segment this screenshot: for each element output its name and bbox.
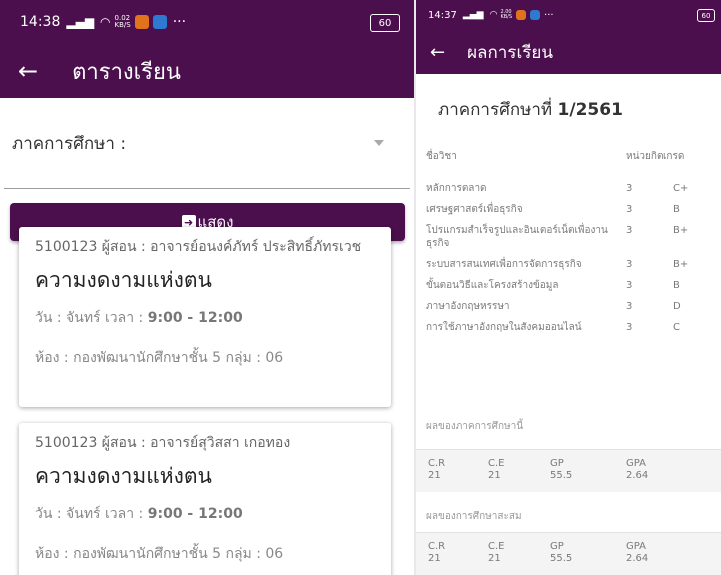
schedule-screen: 14:38 ▂▄▆ ◠ 0.02 KB/S ··· 60 ← ตารางเรีย… [0, 0, 414, 575]
dropdown-caret-icon [374, 140, 384, 146]
class-card[interactable]: 5100123 ผู้สอน : อาจารย์อนงค์ภัทร์ ประสิ… [19, 227, 391, 407]
grade-row: โปรแกรมสำเร็จรูปและอินเตอร์เน็ตเพื่องานธ… [426, 225, 689, 249]
app-notification-icon [134, 15, 149, 29]
wifi-icon: ◠ [100, 15, 111, 29]
status-time: 14:38 [20, 14, 61, 30]
app-notification-icon [530, 10, 541, 20]
class-time: วัน : จันทร์ เวลา : 9:00 - 12:00 [35, 506, 243, 522]
col-subject-header: ชื่อวิชา [426, 151, 457, 162]
class-time: วัน : จันทร์ เวลา : 9:00 - 12:00 [35, 310, 243, 326]
grade-row: การใช้ภาษาอังกฤษในสังคมออนไลน์ 3 C [426, 322, 680, 333]
class-card[interactable]: 5100123 ผู้สอน : อาจารย์สุวิสสา เกอทอง ค… [19, 423, 391, 575]
app-bar: ← ผลการเรียน [416, 30, 721, 74]
class-room: ห้อง : กองพัฒนานักศึกษาชั้น 5 กลุ่ม : 06 [35, 350, 284, 366]
term-result-row: C.R 21 C.E 21 GP 55.5 GPA 2.64 [416, 449, 721, 492]
class-subject: ความงดงามแห่งตน [35, 268, 212, 292]
grades-header-row: ชื่อวิชา หน่วยกิต เกรด [426, 150, 716, 164]
semester-title: ภาคการศึกษาที่ 1/2561 [438, 100, 623, 120]
grades-table: ชื่อวิชา หน่วยกิต เกรด หลักการตลาด 3 C+ เศ… [426, 150, 716, 338]
col-grade-header: เกรด [663, 151, 685, 162]
app-notification-icon [152, 15, 167, 29]
signal-icon: ▂▄▆ [462, 10, 484, 20]
cumulative-row: C.R 21 C.E 21 GP 55.5 GPA 2.64 [416, 532, 721, 575]
term-select-label: ภาคการศึกษา : [12, 133, 127, 154]
status-time: 14:37 [428, 9, 457, 21]
net-unit: KB/S [114, 21, 131, 29]
page-title: ตารางเรียน [72, 59, 181, 85]
signal-icon: ▂▄▆ [66, 15, 95, 29]
battery-icon: 60 [697, 9, 715, 22]
grade-row: หลักการตลาด 3 C+ [426, 183, 689, 194]
class-room: ห้อง : กองพัฒนานักศึกษาชั้น 5 กลุ่ม : 06 [35, 546, 284, 562]
grade-row: ภาษาอังกฤษหรรษา 3 D [426, 301, 681, 312]
term-result-label: ผลของภาคการศึกษานี้ [426, 421, 524, 432]
class-subject: ความงดงามแห่งตน [35, 464, 212, 488]
grade-row: ระบบสารสนเทศเพื่อการจัดการธุรกิจ 3 B+ [426, 259, 689, 270]
term-select[interactable]: ภาคการศึกษา : [4, 98, 410, 189]
net-unit: KB/S [500, 14, 513, 20]
grades-screen: 14:37 ▂▄▆ ◠ 2.00 KB/S ··· 60 ← ผลการเรีย… [416, 0, 721, 575]
app-notification-icon [516, 10, 527, 20]
class-teacher: 5100123 ผู้สอน : อาจารย์สุวิสสา เกอทอง [35, 435, 291, 451]
grade-row: เศรษฐศาสตร์เพื่อธุรกิจ 3 B [426, 204, 680, 215]
page-title: ผลการเรียน [467, 42, 553, 63]
status-more: ··· [172, 14, 187, 30]
col-credit-header: หน่วยกิต [626, 151, 664, 162]
cumulative-label: ผลของการศึกษาสะสม [426, 511, 522, 522]
grade-row: ขั้นตอนวิธีและโครงสร้างข้อมูล 3 B [426, 280, 680, 291]
app-bar: ← ตารางเรียน [0, 44, 414, 98]
battery-icon: 60 [370, 14, 400, 32]
back-arrow-icon[interactable]: ← [430, 42, 445, 63]
wifi-icon: ◠ [489, 10, 498, 20]
status-bar: 14:37 ▂▄▆ ◠ 2.00 KB/S ··· 60 [416, 0, 721, 30]
class-teacher: 5100123 ผู้สอน : อาจารย์อนงค์ภัทร์ ประสิ… [35, 239, 362, 255]
status-bar: 14:38 ▂▄▆ ◠ 0.02 KB/S ··· 60 [0, 0, 414, 44]
status-more: ··· [544, 9, 554, 21]
back-arrow-icon[interactable]: ← [18, 57, 38, 85]
